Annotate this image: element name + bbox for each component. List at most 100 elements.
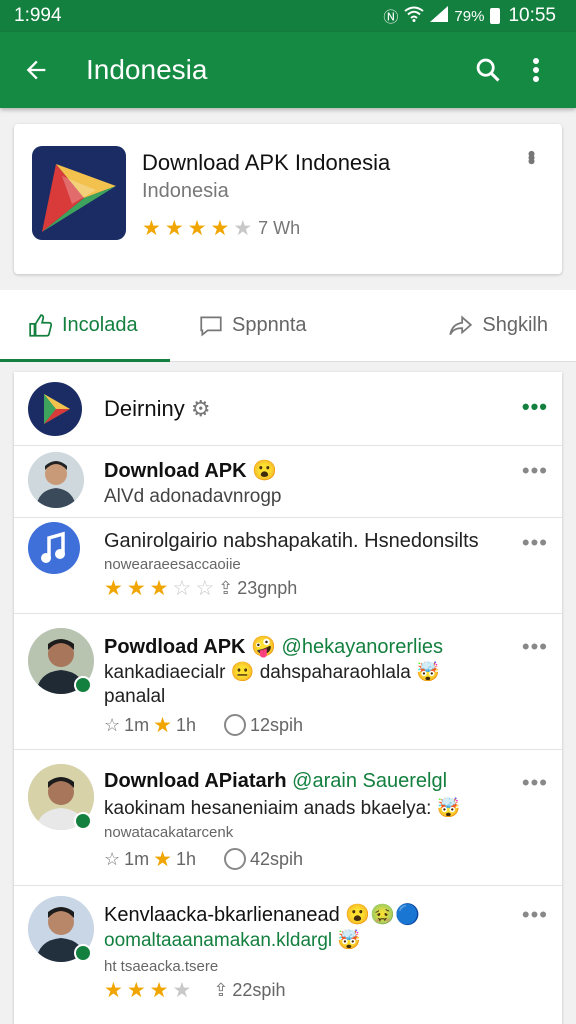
share-icon [449,314,473,335]
feed-list: Deirniny ⚙ ••• Download APK 😮 AlVd adona… [14,372,562,1024]
emoji-icon: 😐 [230,662,255,683]
item-title: Download APiatarh @arain Sauerelgl [104,770,448,792]
item-title: Powdload APK 🤪 @hekayanorerlies [104,636,444,658]
item-rating: ★ ★ ★ ★ ⇪ 22spih [104,980,285,1001]
tab-incolada[interactable]: Incolada [0,290,170,362]
list-item[interactable]: Kenvlaacka-bkarlienanead 😮🤢🔵 oomaltaaana… [14,886,562,1024]
star-half-icon: ★ [233,217,253,240]
star-half-icon: ★ [172,979,192,1002]
status-time-left: 1:994 [14,5,62,26]
reply-icon[interactable]: ☆ [104,715,120,736]
verified-badge-icon [74,944,92,962]
star-icon: ★ [210,217,230,240]
item-title: Kenvlaacka-bkarlienanead 😮🤢🔵 [104,904,420,926]
star-icon: ★ [187,217,207,240]
mention-link[interactable]: @hekayanorerlies [282,636,444,658]
gear-icon: ⚙ [190,396,211,421]
item-subtext: nowearaeesaccaoiie [104,556,241,573]
share-icon: ⇪ [218,578,234,598]
verified-badge-icon [74,812,92,830]
item-text: kaokinam hesaneniaim anads bkaelya: 🤯 [104,798,461,819]
app-bar: Indonesia [0,32,576,108]
status-bar: 1:994 Ⓝ 79% 10:55 [0,0,576,32]
play-logo-avatar [28,382,82,436]
music-note-icon [28,522,80,574]
star-icon: ★ [142,217,161,240]
item-title: Download APK 😮 [104,460,278,482]
app-card[interactable]: Download APK Indonesia Indonesia ★ ★ ★ ★… [14,124,562,274]
item-text: AlVd adonadavnrogp [104,486,282,507]
search-button[interactable] [464,46,512,94]
list-item[interactable]: Powdload APK 🤪 @hekayanorerlies kankadia… [14,614,562,750]
item-rating: ★ ★ ★ ☆ ☆ ⇪ 23gnph [104,578,297,599]
more-options-button[interactable]: ••• [522,530,548,556]
star-icon: ★ [104,577,123,600]
star-icon: ★ [126,979,146,1002]
thumb-up-icon [29,313,53,337]
app-rating-text: 7 Wh [258,218,301,238]
list-item[interactable]: Download APiatarh @arain Sauerelgl kaoki… [14,750,562,886]
star-empty-icon: ☆ [172,577,192,600]
item-subtext: ht tsaeacka.tsere [104,958,219,975]
tab-bar: Incolada Sppnnta Shgkilh [0,290,576,362]
app-rating: ★ ★ ★ ★ ★ 7 Wh [142,218,300,239]
battery-percent: 79% [454,7,485,25]
item-meta: 22spih [232,980,286,1000]
list-item[interactable]: Deirniny ⚙ ••• [14,372,562,446]
status-time-right: 10:55 [508,5,556,26]
item-meta: ☆ 1m ★ 1h 12spih [104,713,304,737]
emoji-icon: 🔵 [395,904,420,926]
star-icon: ★ [149,979,169,1002]
star-empty-icon: ☆ [195,577,215,600]
item-meta: 23gnph [237,578,298,598]
tab-sppnnta[interactable]: Sppnnta [170,290,410,362]
tab-shgkilh[interactable]: Shgkilh [446,290,576,362]
star-icon: ★ [126,577,146,600]
emoji-icon: 🤪 [251,636,276,658]
more-options-button[interactable]: ••• [522,770,548,796]
item-text: kankadiaecialr 😐 dahspaharaohlala 🤯 [104,662,440,683]
item-meta: ☆ 1m ★ 1h 42spih [104,847,304,871]
tab-label: Sppnnta [232,314,307,336]
reply-icon[interactable]: ☆ [104,849,120,870]
star-icon: ★ [153,713,172,737]
overflow-menu-button[interactable] [512,46,560,94]
like-icon[interactable] [224,714,247,736]
emoji-icon: 🤢 [370,904,396,926]
tab-label: Shgkilh [482,314,548,336]
avatar [28,452,84,508]
star-icon: ★ [104,979,123,1002]
more-options-button[interactable]: ••• [522,458,548,484]
mention-link[interactable]: @arain Sauerelgl [292,770,447,792]
more-vert-icon [533,58,539,82]
star-icon: ★ [153,847,172,871]
item-text: panalal [104,686,166,707]
emoji-icon: 😮 [345,904,371,926]
app-logo-icon [32,146,126,240]
star-icon: ★ [164,217,184,240]
signal-icon [430,6,449,26]
back-button[interactable] [16,50,56,90]
more-options-button[interactable]: ••• [522,394,548,420]
list-item[interactable]: Download APK 😮 AlVd adonadavnrogp ••• [14,446,562,518]
battery-icon [490,8,501,24]
list-item[interactable]: Ganirolgairio nabshapakatih. Hsnedonsilt… [14,518,562,614]
search-icon [476,58,500,82]
verified-badge-icon [74,676,92,694]
wifi-icon [404,6,425,26]
star-icon: ★ [149,577,169,600]
tab-label: Incolada [62,314,138,336]
emoji-icon: 😮 [252,460,278,482]
app-subtitle: Indonesia [142,180,229,202]
more-options-button[interactable]: ••• [522,634,548,660]
emoji-icon: 🤯 [416,662,440,683]
emoji-icon: 🤯 [436,798,461,819]
arrow-back-icon [26,60,46,80]
app-name: Download APK Indonesia [142,150,391,175]
item-subtext: nowatacakatarcenk [104,824,234,841]
like-icon[interactable] [224,848,247,870]
emoji-icon: 🤯 [337,930,362,951]
card-menu-button[interactable]: ••• [518,150,544,161]
more-options-button[interactable]: ••• [522,902,548,928]
share-icon: ⇪ [213,980,229,1000]
